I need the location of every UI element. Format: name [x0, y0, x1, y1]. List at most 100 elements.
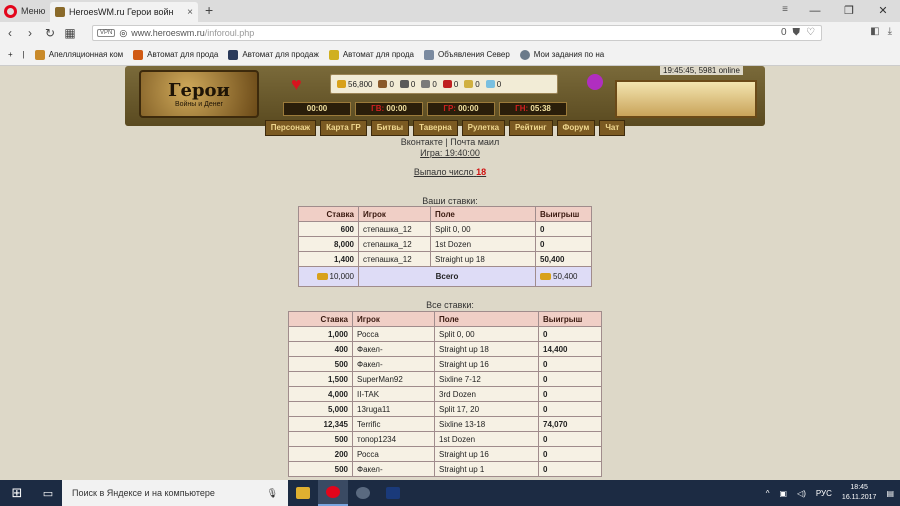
language-indicator[interactable]: РУС: [816, 489, 832, 498]
tab-close-icon[interactable]: ×: [187, 7, 193, 18]
system-tray: ^ ▣ ◁) РУС 18:45 16.11.2017 ▤: [766, 480, 894, 506]
menu-forum[interactable]: Форум: [556, 120, 596, 136]
tab-menu-icon[interactable]: ≡: [782, 4, 788, 15]
notifications-icon[interactable]: ▤: [886, 489, 894, 498]
taskbar-app-photoshop[interactable]: [378, 480, 408, 506]
bookmark-item[interactable]: Автомат для прода: [133, 49, 218, 60]
table-row: 8,000 степашка_12 1st Dozen 0: [298, 236, 592, 252]
bookmark-item[interactable]: Мои задания по на: [519, 49, 604, 60]
tray-chevron-icon[interactable]: ^: [766, 489, 770, 498]
minimize-button[interactable]: —: [798, 0, 832, 22]
taskbar-app-opera[interactable]: [318, 480, 348, 506]
globe-icon: ◎: [119, 27, 128, 38]
timer-gr[interactable]: ГР: 00:00: [427, 102, 495, 116]
col-field: Поле: [434, 311, 539, 327]
window-controls: — ❐ ✕: [798, 0, 900, 22]
network-icon[interactable]: ▣: [780, 489, 788, 498]
opera-logo-icon: [4, 4, 17, 18]
table-row: 500 Факел- Straight up 10: [288, 461, 602, 477]
back-arrow-icon[interactable]: ‹: [0, 26, 20, 40]
timer-gn[interactable]: ГН: 05:38: [499, 102, 567, 116]
crystal-icon: [485, 80, 495, 88]
browser-tab[interactable]: HeroesWM.ru Герои войн ×: [50, 2, 198, 22]
reload-icon[interactable]: ↻: [40, 26, 60, 40]
table-row: 600 степашка_12 Split 0, 00 0: [298, 221, 592, 237]
volume-icon[interactable]: ◁): [797, 489, 806, 498]
mana-orb-icon: [587, 74, 603, 90]
opera-menu-button[interactable]: Меню: [4, 3, 45, 19]
gold-icon: [316, 273, 328, 281]
menu-chat[interactable]: Чат: [599, 120, 626, 136]
game-time-link[interactable]: Игра: 19:40:00: [420, 148, 480, 158]
taskbar-search[interactable]: Поиск в Яндексе и на компьютере 🎙: [62, 480, 288, 506]
photoshop-icon: [386, 487, 400, 499]
menu-roulette[interactable]: Рулетка: [461, 120, 506, 136]
timer: 00:00: [283, 102, 351, 116]
windows-start-icon[interactable]: ⊞: [0, 485, 34, 501]
bookmark-favicon-icon: [133, 49, 144, 60]
resource-gems: 0: [442, 80, 458, 89]
total-row: 10,000 Всего 50,400: [298, 266, 592, 287]
roulette-result[interactable]: Выпало число 18: [0, 167, 900, 177]
table-row: 12,345 Terrific Sixline 13-18 74,070: [288, 416, 602, 432]
sulfur-icon: [464, 80, 474, 88]
bookmarks-bar: + | Апелляционная ком Автомат для прода …: [0, 44, 900, 66]
mail-link[interactable]: Почта маил: [450, 137, 499, 147]
all-bets-table: Ставка Игрок Поле Выигрыш 1,000 Росса Spli…: [288, 311, 602, 477]
bookmark-favicon-icon: [519, 49, 530, 60]
gold-icon: [337, 80, 346, 88]
mercury-icon: [421, 80, 431, 88]
bookmark-item[interactable]: Автомат для продаж: [228, 49, 319, 60]
timer-gv[interactable]: ГВ: 00:00: [355, 102, 423, 116]
city-picture: [615, 80, 757, 118]
microphone-icon[interactable]: 🎙: [267, 488, 278, 499]
task-view-icon[interactable]: ▭: [34, 487, 62, 500]
maximize-button[interactable]: ❐: [832, 0, 866, 22]
menu-rating[interactable]: Рейтинг: [509, 120, 553, 136]
bookmark-item[interactable]: Объявления Север: [423, 49, 510, 60]
download-icon[interactable]: ⤓: [888, 26, 892, 37]
menu-tavern[interactable]: Таверна: [413, 120, 458, 136]
speed-dial-grid-icon[interactable]: ▦: [60, 26, 80, 40]
taskbar-search-text: Поиск в Яндексе и на компьютере: [72, 488, 215, 498]
bookmark-item[interactable]: Автомат для прода: [328, 49, 414, 60]
bookmark-favicon-icon: [328, 49, 339, 60]
health-heart-icon: ♥: [291, 74, 302, 94]
vpn-badge[interactable]: VPN: [97, 29, 116, 37]
ore-icon: [399, 80, 409, 88]
add-bookmark-icon[interactable]: +: [8, 50, 13, 59]
menu-battles[interactable]: Битвы: [370, 120, 410, 136]
menu-character[interactable]: Персонаж: [264, 120, 317, 136]
col-field: Поле: [430, 206, 536, 222]
wood-icon: [378, 80, 388, 88]
table-row: 1,400 степашка_12 Straight up 18 50,400: [298, 251, 592, 267]
tracker-counter: 0: [780, 27, 787, 38]
tray-clock[interactable]: 18:45 16.11.2017: [842, 483, 877, 503]
resource-wood: 0: [378, 80, 394, 89]
vk-link[interactable]: Вконтакте: [401, 137, 443, 147]
table-row: 1,500 SuperMan92 Sixline 7-12 0: [288, 371, 602, 387]
extension-icon[interactable]: ◧: [870, 26, 879, 37]
menu-map[interactable]: Карта ГР: [320, 120, 367, 136]
close-window-button[interactable]: ✕: [866, 0, 900, 22]
table-row: 500 топор1234 1st Dozen 0: [288, 431, 602, 447]
forward-arrow-icon[interactable]: ›: [20, 26, 40, 40]
steam-icon: [356, 487, 370, 499]
bookmark-favicon-icon: [34, 49, 45, 60]
url-host: www.heroeswm.ru: [131, 28, 205, 38]
folder-icon: [296, 487, 310, 499]
table-row: 400 Факел- Straight up 18 14,400: [288, 341, 602, 357]
taskbar-app-steam[interactable]: [348, 480, 378, 506]
game-logo[interactable]: Герои Войны и Денег: [139, 70, 259, 118]
col-win: Выигрыш: [538, 311, 602, 327]
resource-ore: 0: [399, 80, 415, 89]
url-path: /inforoul.php: [204, 28, 255, 38]
bookmark-item[interactable]: Апелляционная ком: [34, 49, 123, 60]
opera-icon: [326, 486, 340, 498]
shield-icon[interactable]: ⛊: [793, 27, 801, 38]
url-field[interactable]: VPN ◎ www.heroeswm.ru/inforoul.php 0 ⛊ ♡: [92, 25, 822, 41]
resource-gold: 56,800: [337, 80, 372, 89]
taskbar-app-explorer[interactable]: [288, 480, 318, 506]
heart-icon[interactable]: ♡: [806, 27, 815, 38]
new-tab-button[interactable]: +: [205, 2, 213, 18]
